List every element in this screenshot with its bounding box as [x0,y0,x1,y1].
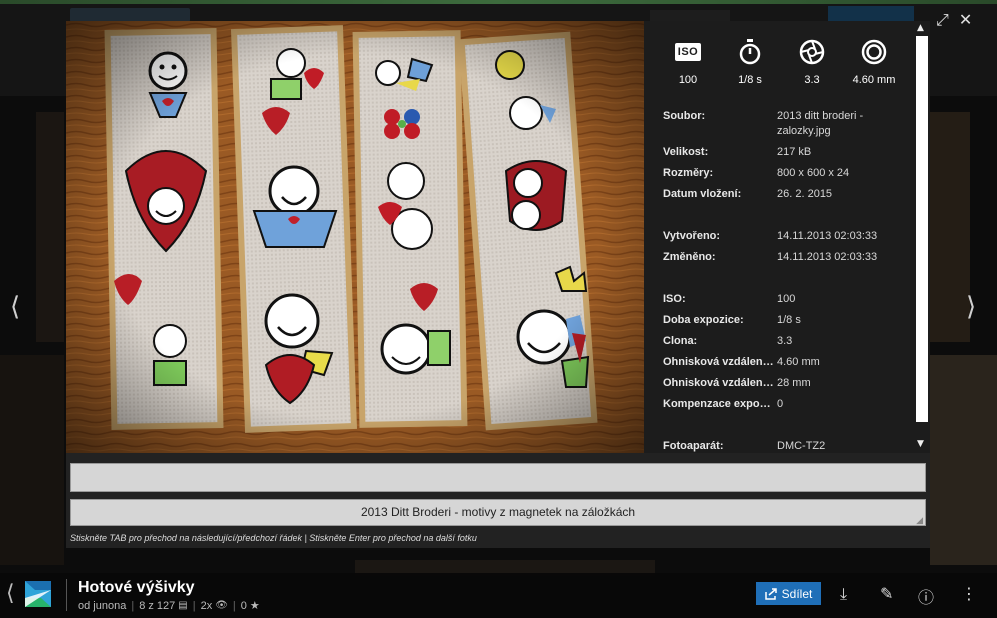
detail-exposure: Doba expozice: 1/8 s [663,313,908,328]
photo-description-field[interactable]: 2013 Ditt Broderi - motivy z magnetek na… [70,499,926,526]
album-title[interactable]: Hotové výšivky [78,579,195,597]
exif-exposure-value: 1/8 s [738,74,762,86]
resize-grip-icon[interactable]: ◢ [916,515,923,525]
exif-aperture-value: 3.3 [804,74,820,86]
detail-value: 28 mm [777,377,811,389]
background-thumbnail [0,355,64,565]
detail-value: 0 [777,398,784,410]
detail-value: 14.11.2013 02:03:33 [777,230,878,242]
detail-label: Rozměry: [663,167,714,179]
exif-summary: ISO 100 1/8 s 3.3 4.60 mm [644,21,930,86]
edit-pencil-icon[interactable]: ✎ [880,584,893,603]
info-icon[interactable]: ⓘ [918,584,934,608]
viewer-window-controls: ⤢ ✕ [936,10,972,30]
background-logo [70,8,190,22]
album-bottom-bar: ⟨ Hotové výšivky od junona | 8 z 127 ▤ |… [0,573,997,618]
share-button-label: Sdílet [781,586,813,601]
view-count: 2x [200,599,213,612]
detail-file: Soubor: 2013 ditt broderi - zalozky.jpg [663,109,908,139]
next-photo-arrow-icon[interactable]: ⟩ [966,292,976,322]
detail-size: Velikost: 217 kB [663,145,908,160]
share-button[interactable]: Sdílet [756,582,821,605]
detail-value: 800 x 600 x 24 [777,167,850,179]
detail-value: 100 [777,293,796,305]
detail-label: Soubor: [663,110,706,122]
detail-aperture: Clona: 3.3 [663,334,908,349]
close-icon[interactable]: ✕ [959,10,972,30]
detail-value: 1/8 s [777,314,801,326]
photo-modal: ISO 100 1/8 s 3.3 4.60 mm Soubor: 2013 d… [66,21,930,548]
detail-modified: Změněno: 14.11.2013 02:03:33 [663,250,908,265]
background-thumbnail [930,355,997,565]
detail-focal-length: Ohnisková vzdálenost: 4.60 mm [663,355,908,370]
exif-exposure: 1/8 s [724,38,776,86]
fullscreen-icon[interactable]: ⤢ [936,10,949,30]
detail-label: Velikost: [663,146,709,158]
album-owner[interactable]: od junona [78,600,126,612]
photo-position: 8 z 127 [139,599,176,612]
detail-value: 4.60 mm [777,356,820,368]
zonerama-logo-icon[interactable] [25,581,51,607]
photo-image [66,21,644,453]
lens-icon [861,39,887,65]
info-panel-scrollbar[interactable]: ▲ ▼ [914,21,930,453]
detail-value: 2013 ditt broderi - zalozky.jpg [777,110,864,137]
rating-count: 0 [240,599,247,612]
previous-photo-arrow-icon[interactable]: ⟨ [10,292,20,322]
detail-dimensions: Rozměry: 800 x 600 x 24 [663,166,908,181]
detail-camera: Fotoaparát: DMC-TZ2 [663,439,908,453]
detail-label: Doba expozice: [663,314,744,326]
photos-icon: ▤ [178,600,188,611]
background-thumbnail [930,112,970,342]
share-icon [764,587,777,600]
download-icon[interactable]: ⤓ [840,584,847,604]
background-accent-bar [0,0,997,4]
detail-value: 217 kB [777,146,812,158]
detail-iso: ISO: 100 [663,292,908,307]
iso-icon: ISO [674,43,702,61]
detail-label: Datum vložení: [663,188,742,200]
scroll-down-icon[interactable]: ▼ [917,439,924,449]
detail-label: Vytvořeno: [663,230,721,242]
album-meta: od junona | 8 z 127 ▤ | 2x 👁 | 0 ★ [78,599,260,613]
detail-exposure-compensation: Kompenzace expozice: 0 [663,397,908,412]
keyboard-hint: Stiskněte TAB pro přechod na následující… [70,533,477,543]
exif-focal-value: 4.60 mm [852,74,896,86]
exif-iso-value: 100 [678,74,698,86]
photo-viewer: ⟨ ⟩ ⤢ ✕ ISO 100 1/8 s 3.3 4.60 mm Soubor… [0,0,997,618]
detail-label: Kompenzace expozice: [663,398,777,410]
detail-value: DMC-TZ2 [777,440,826,452]
exif-aperture: 3.3 [786,38,838,86]
detail-label: Clona: [663,335,698,347]
timer-icon [739,39,761,65]
more-options-icon[interactable]: ⋮ [961,584,977,603]
eye-icon: 👁 [215,600,228,611]
detail-label: Ohnisková vzdálenost: [663,356,777,368]
detail-value: 3.3 [777,335,793,347]
detail-focal-length-35mm: Ohnisková vzdálenost 35mm:28 mm [663,376,908,391]
scrollbar-thumb[interactable] [916,36,928,422]
detail-value: 14.11.2013 02:03:33 [777,251,878,263]
detail-label: Změněno: [663,251,716,263]
star-icon: ★ [249,600,260,612]
back-arrow-icon[interactable]: ⟨ [6,581,15,606]
exif-iso: ISO 100 [662,38,714,86]
scroll-up-icon[interactable]: ▲ [917,23,924,33]
photo-description-text: 2013 Ditt Broderi - motivy z magnetek na… [360,505,636,519]
detail-upload-date: Datum vložení: 26. 2. 2015 [663,187,908,202]
aperture-icon [799,39,825,65]
detail-label: ISO: [663,293,686,305]
photo-details-list: Soubor: 2013 ditt broderi - zalozky.jpg V… [663,109,908,453]
detail-created: Vytvořeno: 14.11.2013 02:03:33 [663,229,908,244]
detail-label: Ohnisková vzdálenost 35mm: [663,377,777,389]
detail-label: Fotoaparát: [663,440,724,452]
photo-title-field[interactable] [70,463,926,492]
divider [66,579,67,611]
detail-value: 26. 2. 2015 [777,188,833,200]
exif-focal-length: 4.60 mm [848,38,900,86]
background-thumbnail [36,112,64,342]
photo-info-panel: ISO 100 1/8 s 3.3 4.60 mm Soubor: 2013 d… [644,21,930,453]
